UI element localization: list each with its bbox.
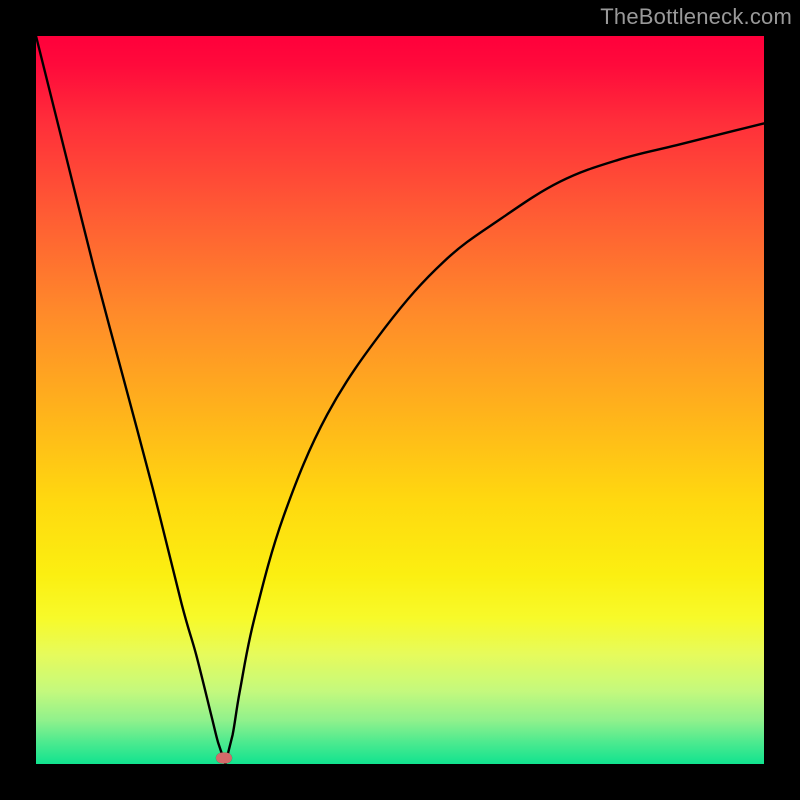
watermark-label: TheBottleneck.com: [600, 4, 792, 30]
optimal-point-marker: [216, 753, 232, 764]
bottleneck-curve: [36, 36, 764, 764]
chart-frame: TheBottleneck.com: [0, 0, 800, 800]
plot-area: [36, 36, 764, 764]
